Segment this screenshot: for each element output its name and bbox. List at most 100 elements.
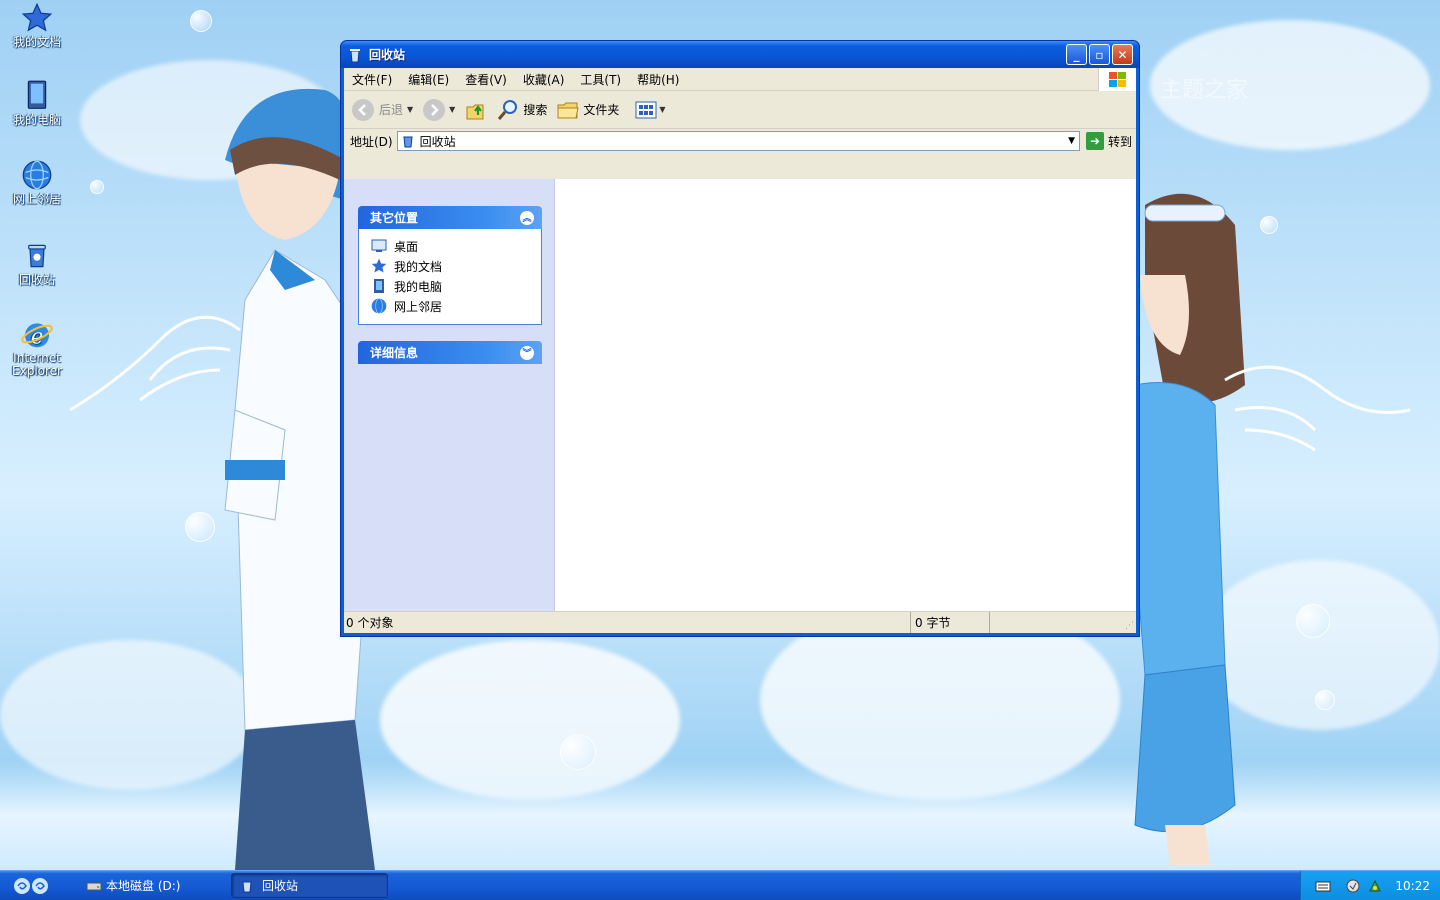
chevron-down-icon[interactable]: ▼ — [1068, 136, 1075, 146]
system-tray: 10:22 — [1300, 871, 1440, 900]
chevron-down-icon[interactable]: ▼ — [407, 105, 413, 114]
menu-tools[interactable]: 工具(T) — [572, 71, 629, 88]
keyboard-icon[interactable] — [1315, 878, 1331, 894]
other-places-panel: 桌面 我的文档 我的电脑 网上邻居 — [358, 229, 542, 325]
clock[interactable]: 10:22 — [1395, 879, 1430, 893]
forward-button[interactable]: ▼ — [423, 98, 455, 121]
chevron-down-icon[interactable]: ▼ — [449, 105, 455, 114]
network-status-icon[interactable] — [1367, 878, 1383, 894]
security-shield-icon[interactable] — [1345, 878, 1361, 894]
network-globe-icon — [22, 160, 52, 190]
desktop-icon-label: 我的文档 — [12, 35, 61, 49]
maximize-button[interactable]: ▫ — [1089, 44, 1110, 65]
desktop-icon-label: Internet Explorer — [12, 351, 62, 378]
menu-favorites[interactable]: 收藏(A) — [515, 71, 573, 88]
close-button[interactable]: ✕ — [1112, 44, 1133, 65]
window-content: 其它位置 ︽ 桌面 我的文档 我的电脑 网上邻居 详细信息 ︾ — [344, 179, 1136, 611]
place-link-my-computer[interactable]: 我的电脑 — [371, 276, 541, 296]
menu-help[interactable]: 帮助(H) — [629, 71, 687, 88]
search-label: 搜索 — [523, 103, 548, 117]
address-bar: 地址(D) 回收站 ▼ ➜ 转到 — [344, 129, 1136, 153]
collapse-chevron-icon[interactable]: ︽ — [520, 210, 534, 225]
status-object-count: 0 个对象 — [344, 612, 911, 633]
computer-icon — [27, 80, 47, 109]
folders-label: 文件夹 — [583, 103, 620, 117]
menu-bar: 文件(F) 编辑(E) 查看(V) 收藏(A) 工具(T) 帮助(H) — [344, 68, 1136, 91]
place-link-desktop[interactable]: 桌面 — [371, 236, 541, 256]
details-title: 详细信息 — [370, 346, 419, 360]
forward-arrow-icon — [423, 98, 446, 121]
folder-up-icon — [466, 104, 484, 119]
back-button[interactable]: 后退 ▼ — [352, 98, 413, 121]
chevron-down-icon: ▼ — [659, 105, 666, 114]
menu-file[interactable]: 文件(F) — [344, 71, 400, 88]
desktop-icon-network[interactable]: 网上邻居 — [6, 159, 68, 206]
go-button[interactable]: ➜ 转到 — [1085, 132, 1132, 150]
computer-icon — [371, 278, 387, 294]
file-list-area[interactable] — [555, 179, 1136, 611]
star-icon — [22, 3, 52, 32]
address-label: 地址(D) — [350, 134, 393, 149]
place-label: 我的电脑 — [394, 279, 443, 294]
desktop-icon-label: 网上邻居 — [12, 192, 61, 206]
taskbar-item-recycle-bin[interactable]: 回收站 — [231, 873, 388, 898]
place-label: 我的文档 — [394, 259, 443, 274]
other-places-title: 其它位置 — [370, 211, 419, 225]
search-icon — [498, 99, 518, 120]
desktop-icon-label: 我的电脑 — [12, 113, 61, 127]
back-arrow-icon — [352, 98, 374, 121]
recycle-bin-icon — [403, 136, 413, 148]
toolbar: 后退 ▼ ▼ 搜索 文件夹 ▼ — [344, 91, 1136, 129]
status-bar: 0 个对象 0 字节 ⋰ — [344, 611, 1136, 633]
place-label: 桌面 — [394, 239, 419, 254]
close-icon: ✕ — [1117, 47, 1128, 62]
place-label: 网上邻居 — [394, 299, 443, 314]
desktop-icon — [371, 238, 387, 254]
status-size: 0 字节 — [911, 612, 990, 633]
go-arrow-icon: ➜ — [1085, 132, 1104, 150]
up-folder-button[interactable] — [465, 99, 487, 121]
place-link-my-documents[interactable]: 我的文档 — [371, 256, 541, 276]
window-titlebar[interactable]: 回收站 _ ▫ ✕ — [341, 41, 1139, 68]
ie-icon: e — [21, 323, 53, 349]
start-swirl-icon — [14, 877, 48, 894]
search-button[interactable]: 搜索 — [497, 99, 547, 121]
window-title: 回收站 — [369, 48, 406, 62]
taskbar-item-label: 本地磁盘 (D:) — [106, 879, 181, 893]
taskbar: 本地磁盘 (D:) 回收站 10:22 — [0, 870, 1440, 900]
details-header[interactable]: 详细信息 ︾ — [358, 341, 542, 364]
windows-logo-icon — [1098, 68, 1136, 91]
start-button[interactable] — [0, 871, 62, 900]
desktop-icon-internet-explorer[interactable]: e Internet Explorer — [6, 318, 68, 378]
watermark: 主题之家 — [1160, 78, 1249, 103]
taskbar-item-local-disk[interactable]: 本地磁盘 (D:) — [78, 873, 228, 898]
minimize-icon: _ — [1073, 47, 1080, 62]
desktop-icon-recycle-bin[interactable]: 回收站 — [6, 240, 68, 287]
taskbar-item-label: 回收站 — [262, 879, 299, 893]
wing-left-illustration — [69, 315, 241, 412]
minimize-button[interactable]: _ — [1066, 44, 1087, 65]
expand-chevron-icon[interactable]: ︾ — [520, 345, 534, 360]
recycle-bin-window: 回收站 _ ▫ ✕ 文件(F) 编辑(E) 查看(V) 收藏(A) 工具(T) … — [340, 40, 1140, 637]
back-label: 后退 — [379, 103, 404, 117]
place-link-network[interactable]: 网上邻居 — [371, 296, 541, 316]
menu-edit[interactable]: 编辑(E) — [400, 71, 457, 88]
folders-button[interactable]: 文件夹 — [557, 100, 619, 120]
recycle-bin-icon — [347, 47, 363, 63]
recycle-bin-icon — [28, 244, 46, 268]
address-value: 回收站 — [419, 134, 456, 149]
drive-icon — [86, 882, 102, 890]
desktop-icon-my-computer[interactable]: 我的电脑 — [6, 80, 68, 127]
desktop-icon-label: 回收站 — [18, 273, 55, 287]
restore-icon: ▫ — [1095, 47, 1104, 62]
views-button[interactable]: ▼ — [635, 101, 666, 119]
girl-illustration — [1129, 193, 1245, 865]
task-pane: 其它位置 ︽ 桌面 我的文档 我的电脑 网上邻居 详细信息 ︾ — [344, 179, 555, 611]
wing-right-illustration — [1224, 365, 1411, 452]
address-input[interactable]: 回收站 ▼ — [396, 131, 1080, 151]
desktop-icon-my-documents[interactable]: 我的文档 — [6, 2, 68, 49]
other-places-header[interactable]: 其它位置 ︽ — [358, 206, 542, 229]
resize-grip-icon[interactable]: ⋰ — [1125, 621, 1134, 631]
folder-icon — [557, 102, 579, 118]
menu-view[interactable]: 查看(V) — [457, 71, 515, 88]
